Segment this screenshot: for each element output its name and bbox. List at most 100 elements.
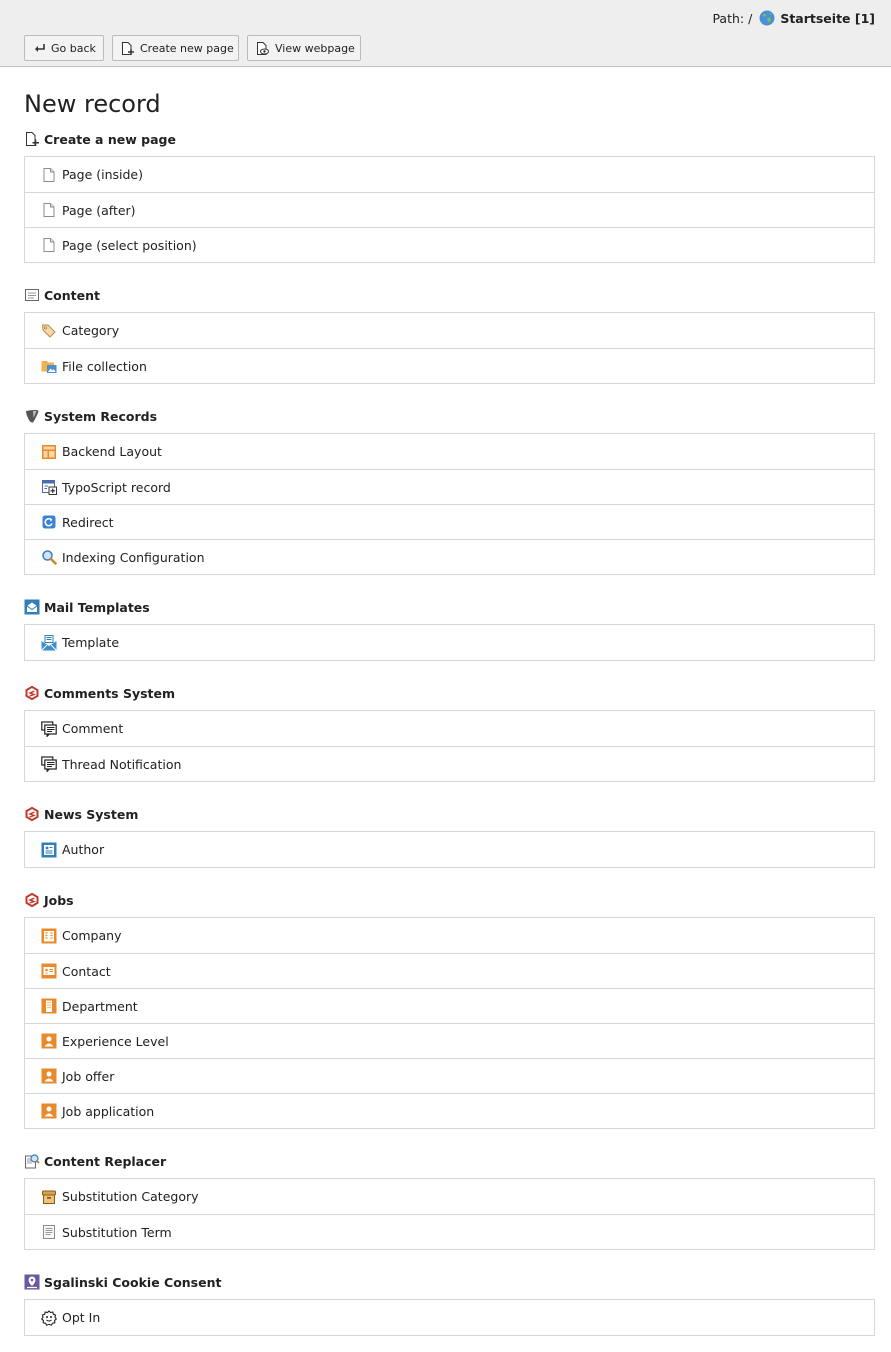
typo3-icon	[24, 408, 40, 424]
sgalinski-icon	[24, 806, 40, 822]
content-replacer-icon	[24, 1153, 40, 1169]
record-label: TypoScript record	[62, 479, 171, 495]
record-label: Template	[62, 635, 120, 650]
record-item-job-offer[interactable]: Job offer	[25, 1058, 874, 1093]
record-label: Contact	[62, 963, 111, 979]
company-icon	[41, 928, 57, 944]
record-list: Substitution Category Substitution Term	[24, 1178, 875, 1250]
section-create-new-page: Create a new page	[24, 131, 176, 147]
record-list: Author	[24, 831, 875, 868]
go-back-label: Go back	[51, 41, 96, 55]
record-label: Page (inside)	[62, 167, 143, 182]
record-label: Page (after)	[62, 202, 136, 218]
record-list: Comment Thread Notification	[24, 710, 875, 782]
view-page-icon	[257, 41, 269, 55]
record-label: Company	[62, 928, 122, 943]
section-content: Content	[24, 287, 100, 303]
create-new-page-button[interactable]: Create new page	[112, 35, 239, 61]
comments-icon	[41, 720, 57, 737]
record-item-comment[interactable]: Comment	[25, 711, 874, 746]
redirect-icon	[41, 514, 57, 530]
record-item-substitution-term[interactable]: Substitution Term	[25, 1214, 874, 1249]
section-comments-system: Comments System	[24, 685, 175, 701]
record-item-page-inside[interactable]: Page (inside)	[25, 157, 874, 192]
record-item-job-application[interactable]: Job application	[25, 1093, 874, 1128]
typoscript-icon	[41, 479, 57, 495]
record-item-author[interactable]: Author	[25, 832, 874, 867]
new-page-icon	[122, 41, 134, 55]
person-icon	[41, 1033, 57, 1049]
view-webpage-button[interactable]: View webpage	[247, 35, 361, 61]
section-mail-templates: Mail Templates	[24, 599, 150, 615]
return-icon	[35, 44, 45, 52]
go-back-button[interactable]: Go back	[24, 35, 104, 61]
section-title: Comments System	[44, 685, 176, 701]
record-label: Indexing Configuration	[62, 549, 205, 565]
create-new-page-label: Create new page	[140, 41, 234, 55]
sgalinski-icon	[24, 685, 40, 701]
page-title: New record	[24, 90, 161, 118]
globe-icon	[759, 10, 775, 26]
section-jobs: Jobs	[24, 892, 74, 908]
path-label: Path: /	[712, 10, 753, 26]
section-system-records: System Records	[24, 408, 157, 424]
page-icon	[41, 237, 57, 253]
record-item-file-collection[interactable]: File collection	[25, 348, 874, 383]
person-icon	[41, 1068, 57, 1084]
folder-image-icon	[41, 358, 57, 374]
record-label: Substitution Term	[62, 1224, 172, 1240]
record-item-page-after[interactable]: Page (after)	[25, 192, 874, 227]
record-label: Department	[62, 998, 138, 1014]
record-label: Substitution Category	[62, 1189, 199, 1204]
record-item-indexing-configuration[interactable]: Indexing Configuration	[25, 539, 874, 574]
record-item-backend-layout[interactable]: Backend Layout	[25, 434, 874, 469]
new-page-icon	[24, 131, 40, 147]
person-icon	[41, 1103, 57, 1119]
record-label: Experience Level	[62, 1033, 169, 1049]
record-item-experience-level[interactable]: Experience Level	[25, 1023, 874, 1058]
record-list: Template	[24, 624, 875, 661]
record-label: Thread Notification	[62, 756, 182, 772]
record-item-template[interactable]: Template	[25, 625, 874, 660]
record-label: Page (select position)	[62, 237, 197, 253]
section-content-replacer: Content Replacer	[24, 1153, 166, 1169]
content-icon	[24, 287, 40, 303]
record-item-category[interactable]: Category	[25, 313, 874, 348]
record-label: Comment	[62, 721, 124, 736]
record-item-company[interactable]: Company	[25, 918, 874, 953]
page-link[interactable]: Startseite [1]	[780, 11, 875, 26]
record-item-typoscript-record[interactable]: TypoScript record	[25, 469, 874, 504]
layout-icon	[41, 444, 57, 460]
mail-template-icon	[24, 599, 40, 615]
magnifier-icon	[41, 549, 57, 565]
record-item-contact[interactable]: Contact	[25, 953, 874, 988]
record-item-substitution-category[interactable]: Substitution Category	[25, 1179, 874, 1214]
page-icon	[41, 167, 57, 183]
section-title: Sgalinski Cookie Consent	[44, 1274, 222, 1290]
record-item-opt-in[interactable]: Opt In	[25, 1300, 874, 1335]
author-icon	[41, 842, 57, 858]
section-title: Jobs	[44, 892, 74, 908]
record-label: Job offer	[62, 1068, 115, 1084]
contact-icon	[41, 963, 57, 979]
tag-icon	[41, 323, 57, 339]
record-item-redirect[interactable]: Redirect	[25, 504, 874, 539]
archive-icon	[41, 1189, 57, 1205]
cookie-consent-icon	[24, 1274, 40, 1290]
record-label: Author	[62, 842, 105, 857]
cookie-icon	[41, 1309, 57, 1326]
section-news-system: News System	[24, 806, 138, 822]
record-list: Page (inside) Page (after) Page (select …	[24, 156, 875, 263]
record-label: Opt In	[62, 1310, 101, 1325]
record-label: Redirect	[62, 514, 114, 530]
record-label: Backend Layout	[62, 444, 162, 459]
record-item-thread-notification[interactable]: Thread Notification	[25, 746, 874, 781]
record-label: Job application	[62, 1103, 155, 1119]
record-item-page-select-position[interactable]: Page (select position)	[25, 227, 874, 262]
view-webpage-label: View webpage	[275, 41, 355, 55]
record-item-department[interactable]: Department	[25, 988, 874, 1023]
section-sgalinski-cookie-consent: Sgalinski Cookie Consent	[24, 1274, 221, 1290]
page-icon	[41, 202, 57, 218]
doc-header: Path: / Startseite [1] Go back Create ne…	[0, 0, 891, 67]
section-title: Content	[44, 287, 100, 303]
